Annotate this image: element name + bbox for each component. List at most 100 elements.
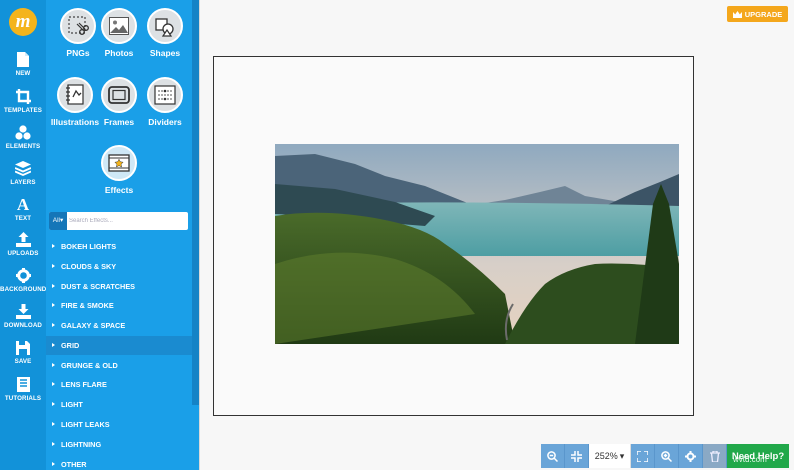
category-lens-flare[interactable]: LENS FLARE xyxy=(46,375,192,394)
category-light-leaks[interactable]: LIGHT LEAKS xyxy=(46,415,192,434)
category-label: GRUNGE & OLD xyxy=(61,361,118,370)
caret-right-icon xyxy=(52,323,55,327)
disabled-tool-button[interactable] xyxy=(703,444,727,468)
crop-frame-icon xyxy=(15,89,31,104)
rail-item-tutorials[interactable]: TUTORIALS xyxy=(0,377,46,402)
category-label: LENS FLARE xyxy=(61,380,107,389)
rail-label-tutorials: TUTORIALS xyxy=(4,395,42,402)
fit-in-button[interactable] xyxy=(565,444,589,468)
rail-item-templates[interactable]: TEMPLATES xyxy=(0,89,46,114)
settings-button[interactable] xyxy=(679,444,703,468)
upgrade-label: UPGRADE xyxy=(744,9,783,19)
caret-right-icon xyxy=(52,284,55,288)
upgrade-button[interactable]: UPGRADE xyxy=(727,6,788,22)
tile-shapes[interactable]: Shapes xyxy=(140,8,190,58)
gear-icon xyxy=(15,268,31,283)
rail-label-layers: LAYERS xyxy=(10,179,36,186)
effects-search: All▾ xyxy=(49,212,188,230)
filter-scope-dropdown[interactable]: All▾ xyxy=(49,212,67,230)
rail-label-elements: ELEMENTS xyxy=(5,143,41,150)
category-bokeh-lights[interactable]: BOKEH LIGHTS xyxy=(46,237,192,256)
file-icon xyxy=(17,52,29,67)
category-dust-scratches[interactable]: DUST & SCRATCHES xyxy=(46,277,192,296)
category-galaxy-space[interactable]: GALAXY & SPACE xyxy=(46,316,192,335)
text-a-icon: A xyxy=(17,196,30,212)
rail-item-text[interactable]: A TEXT xyxy=(0,196,46,222)
rail-label-new: NEW xyxy=(15,70,31,77)
category-grid[interactable]: GRID xyxy=(46,336,192,355)
lake-photo-image xyxy=(275,144,679,344)
rail-item-save[interactable]: SAVE xyxy=(0,341,46,365)
rail-item-elements[interactable]: ELEMENTS xyxy=(0,125,46,150)
caret-right-icon xyxy=(52,343,55,347)
caret-right-icon xyxy=(52,363,55,367)
rail-item-background[interactable]: BACKGROUND xyxy=(0,268,46,293)
dividers-icon xyxy=(154,85,176,105)
panel-scrollbar[interactable] xyxy=(192,0,199,405)
category-label: LIGHT LEAKS xyxy=(61,420,110,429)
app-logo[interactable]: m xyxy=(9,8,37,36)
tile-label-dividers: Dividers xyxy=(148,117,182,127)
category-lightning[interactable]: LIGHTNING xyxy=(46,435,192,454)
rail-label-save: SAVE xyxy=(14,358,32,365)
tile-label-effects: Effects xyxy=(104,185,134,195)
filter-scope-label: All xyxy=(52,217,60,224)
scissors-icon xyxy=(68,16,89,35)
caret-right-icon xyxy=(52,244,55,248)
tile-label-frames: Frames xyxy=(103,117,135,127)
crown-icon xyxy=(732,10,742,18)
tile-dividers[interactable]: Dividers xyxy=(140,77,190,127)
category-other[interactable]: OTHER xyxy=(46,455,192,470)
category-fire-smoke[interactable]: FIRE & SMOKE xyxy=(46,296,192,315)
tile-label-shapes: Shapes xyxy=(149,48,181,58)
tile-effects[interactable]: Effects xyxy=(94,145,144,195)
caret-right-icon xyxy=(52,382,55,386)
download-icon xyxy=(15,304,31,319)
rail-item-layers[interactable]: LAYERS xyxy=(0,161,46,186)
caret-right-icon xyxy=(52,303,55,307)
caret-right-icon xyxy=(52,462,55,466)
illustration-book-icon xyxy=(66,84,84,105)
image-icon xyxy=(109,17,129,35)
rail-label-templates: TEMPLATES xyxy=(4,107,42,114)
category-label: GRID xyxy=(61,341,80,350)
category-label: DUST & SCRATCHES xyxy=(61,282,136,291)
rail-item-download[interactable]: DOWNLOAD xyxy=(0,304,46,329)
zoom-level-dropdown[interactable]: 252% ▾ xyxy=(589,444,631,468)
zoom-in-button[interactable] xyxy=(655,444,679,468)
gear-icon xyxy=(685,450,696,462)
cubes-icon xyxy=(15,125,31,140)
zoom-out-icon xyxy=(547,450,558,462)
expand-icon xyxy=(637,450,648,462)
caret-right-icon xyxy=(52,264,55,268)
lake-photo[interactable] xyxy=(275,144,679,344)
tile-frames[interactable]: Frames xyxy=(94,77,144,127)
rail-item-new[interactable]: NEW xyxy=(0,52,46,77)
fullscreen-button[interactable] xyxy=(631,444,655,468)
category-label: LIGHTNING xyxy=(61,440,102,449)
category-label: BOKEH LIGHTS xyxy=(61,242,117,251)
chevron-down-icon: ▾ xyxy=(619,450,625,461)
rail-label-download: DOWNLOAD xyxy=(4,322,42,329)
category-clouds-sky[interactable]: CLOUDS & SKY xyxy=(46,257,192,276)
svg-text:A: A xyxy=(17,196,30,212)
category-grunge-old[interactable]: GRUNGE & OLD xyxy=(46,356,192,375)
category-label: FIRE & SMOKE xyxy=(61,301,114,310)
layers-icon xyxy=(15,161,31,176)
zoom-in-icon xyxy=(661,450,672,462)
zoom-out-button[interactable] xyxy=(541,444,565,468)
zoom-level-value: 252% xyxy=(594,451,618,461)
category-light[interactable]: LIGHT xyxy=(46,395,192,414)
category-label: GALAXY & SPACE xyxy=(61,321,126,330)
frame-icon xyxy=(108,86,130,104)
upload-icon xyxy=(15,232,31,247)
chevron-down-icon: ▾ xyxy=(59,217,64,224)
category-label: OTHER xyxy=(61,460,87,469)
tile-photos[interactable]: Photos xyxy=(94,8,144,58)
rail-item-uploads[interactable]: UPLOADS xyxy=(0,232,46,257)
trash-icon xyxy=(709,450,720,462)
category-label: CLOUDS & SKY xyxy=(61,262,117,271)
effects-search-input[interactable] xyxy=(69,214,185,228)
left-rail: m NEW TEMPLATES ELEMENTS LAYERS A TEXT U… xyxy=(0,0,46,470)
rail-label-uploads: UPLOADS xyxy=(7,250,39,257)
